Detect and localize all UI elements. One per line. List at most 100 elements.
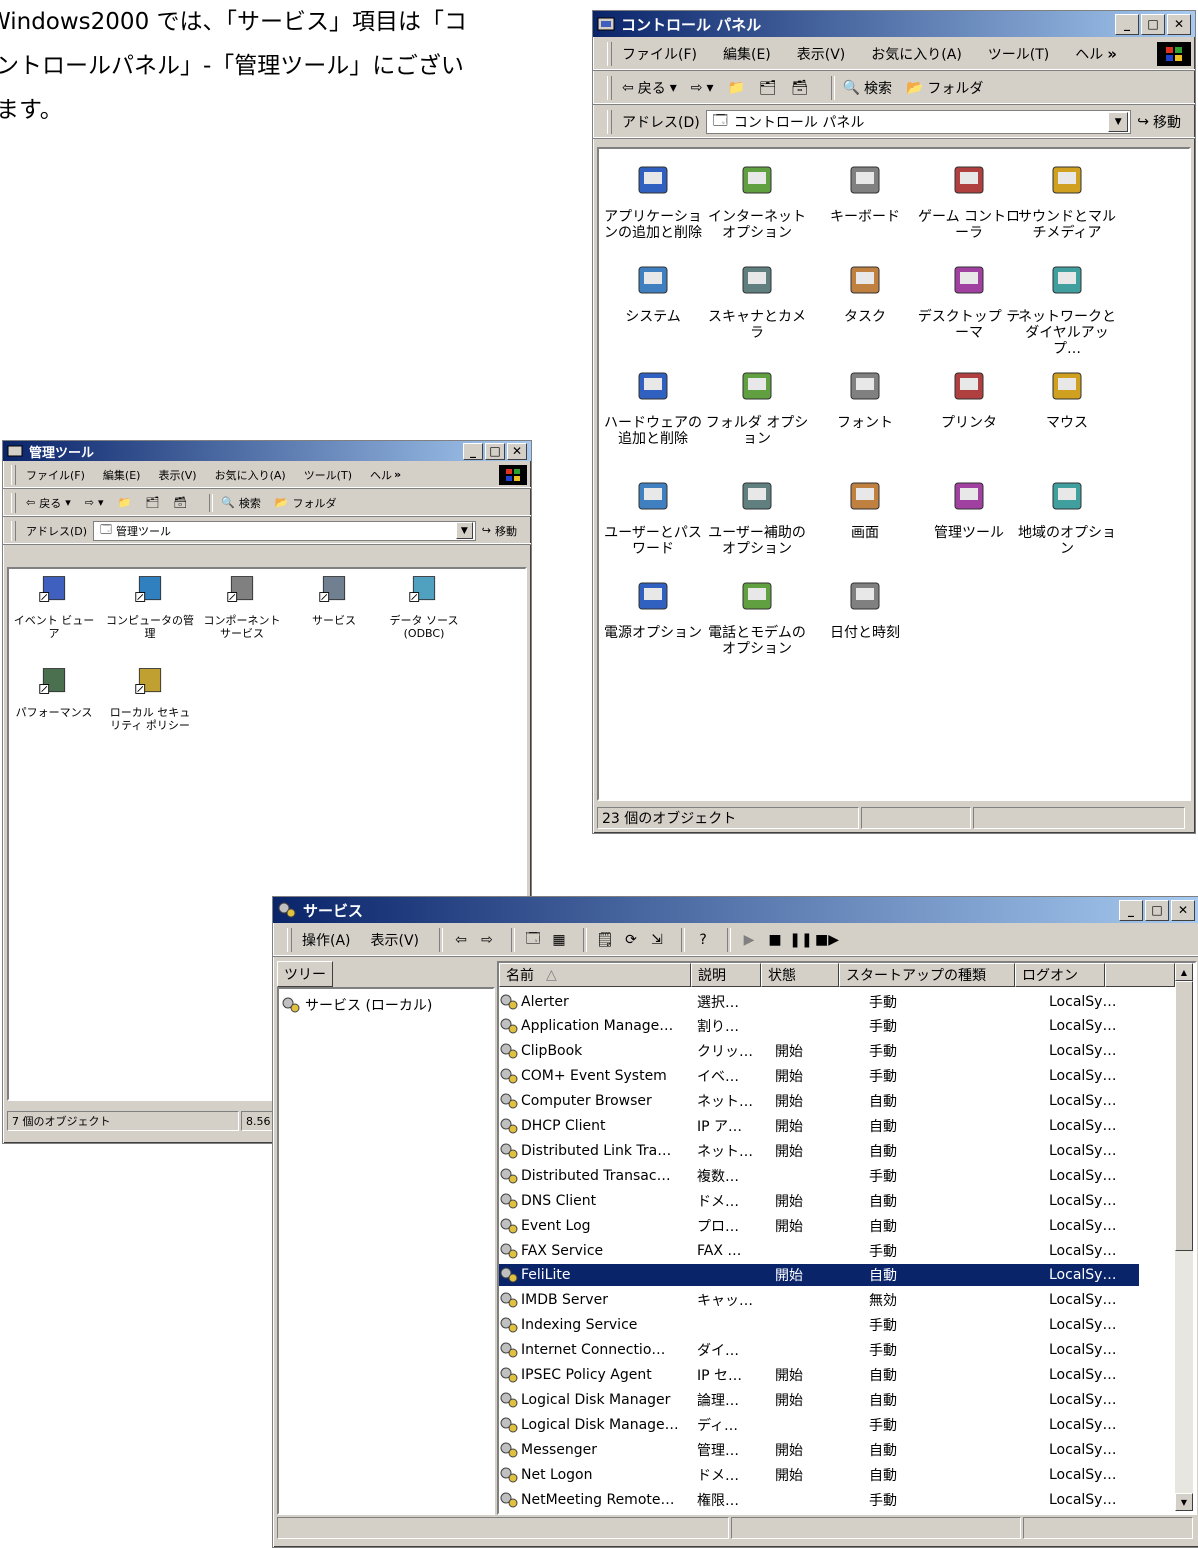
control-panel-item[interactable]: 画面 xyxy=(813,479,917,541)
go-button[interactable]: ↪ 移動 xyxy=(482,523,517,539)
control-panel-item[interactable]: スキャナとカメラ xyxy=(705,263,809,341)
menu-favorites[interactable]: お気に入り(A) xyxy=(215,467,286,483)
header-logon[interactable]: ログオン xyxy=(1015,963,1105,987)
tree-item-services-local[interactable]: サービス (ローカル) xyxy=(281,995,432,1015)
show-tree-icon[interactable]: ▦ xyxy=(549,930,569,950)
control-panel-item[interactable]: ハードウェアの追加と削除 xyxy=(601,369,705,447)
control-panel-item[interactable]: サウンドとマルチメディア xyxy=(1015,163,1119,241)
back-arrow-icon[interactable]: ⇦ xyxy=(451,930,471,950)
menu-tools[interactable]: ツール(T) xyxy=(988,44,1049,64)
table-row[interactable]: FeliLite 開始 自動 LocalSy… xyxy=(499,1263,1139,1288)
up-level-icon[interactable]: 🗔 xyxy=(523,930,543,950)
admin-tools-item[interactable]: パフォーマンス xyxy=(9,665,99,719)
control-panel-item[interactable]: キーボード xyxy=(813,163,917,225)
admin-tools-item[interactable]: コンピュータの管理 xyxy=(105,573,195,640)
tree-tab[interactable]: ツリー xyxy=(277,961,495,987)
table-row[interactable]: Logical Disk Manager 論理… 開始 自動 LocalSy… xyxy=(499,1387,1139,1412)
forward-button[interactable]: ⇨ ▾ xyxy=(691,80,714,96)
control-panel-item[interactable]: タスク xyxy=(813,263,917,325)
table-row[interactable]: IPSEC Policy Agent IP セ… 開始 自動 LocalSy… xyxy=(499,1363,1139,1388)
control-panel-item[interactable]: アプリケーションの追加と削除 xyxy=(601,163,705,241)
chevron-icon[interactable]: » xyxy=(394,468,401,481)
up-folder-button[interactable]: 📁 xyxy=(728,80,745,96)
control-panel-item[interactable]: ネットワークとダイヤルアップ… xyxy=(1015,263,1119,357)
maximize-button[interactable]: □ xyxy=(485,442,505,460)
table-row[interactable]: DNS Client ドメ… 開始 自動 LocalSy… xyxy=(499,1188,1139,1213)
close-button[interactable]: ✕ xyxy=(507,442,527,460)
menu-help[interactable]: ヘル xyxy=(1075,44,1103,64)
pause-service-icon[interactable]: ❚❚ xyxy=(789,930,812,950)
admin-tools-item[interactable]: データ ソース (ODBC) xyxy=(379,573,469,640)
control-panel-item[interactable]: 地域のオプション xyxy=(1015,479,1119,557)
table-row[interactable]: ClipBook クリッ… 開始 手動 LocalSy… xyxy=(499,1039,1139,1064)
table-row[interactable]: Computer Browser ネット… 開始 自動 LocalSy… xyxy=(499,1089,1139,1114)
address-input[interactable]: 🗔 管理ツール ▼ xyxy=(93,520,476,541)
table-row[interactable]: Net Logon ドメ… 開始 自動 LocalSy… xyxy=(499,1462,1139,1487)
table-row[interactable]: FAX Service FAX … 手動 LocalSy… xyxy=(499,1238,1139,1263)
copy-to-button[interactable]: 🗃 xyxy=(791,80,809,96)
table-row[interactable]: Event Log プロ… 開始 自動 LocalSy… xyxy=(499,1213,1139,1238)
refresh-icon[interactable]: ⟳ xyxy=(621,930,641,950)
address-input[interactable]: 🗔 コントロール パネル ▼ xyxy=(705,109,1132,134)
control-panel-item[interactable]: フォント xyxy=(813,369,917,431)
control-panel-item[interactable]: 管理ツール xyxy=(917,479,1021,541)
control-panel-item[interactable]: フォルダ オプション xyxy=(705,369,809,447)
maximize-button[interactable]: □ xyxy=(1141,13,1165,35)
menu-action[interactable]: 操作(A) xyxy=(302,930,351,950)
header-name[interactable]: 名前 △ xyxy=(499,963,691,987)
control-panel-item[interactable]: ゲーム コントローラ xyxy=(917,163,1021,241)
control-panel-item[interactable]: インターネット オプション xyxy=(705,163,809,241)
admin-tools-item[interactable]: サービス xyxy=(289,573,379,627)
folders-button[interactable]: 📂 フォルダ xyxy=(275,495,337,511)
stop-service-icon[interactable]: ■ xyxy=(765,930,785,950)
scroll-down-icon[interactable]: ▼ xyxy=(1175,1493,1193,1511)
table-row[interactable]: Alerter 選択… 手動 LocalSy… xyxy=(499,989,1139,1014)
search-button[interactable]: 🔍 検索 xyxy=(221,495,261,511)
menu-view[interactable]: 表示(V) xyxy=(797,44,846,64)
properties-icon[interactable]: 🗒 xyxy=(595,930,615,950)
table-row[interactable]: DHCP Client IP ア… 開始 自動 LocalSy… xyxy=(499,1114,1139,1139)
table-row[interactable]: NetMeeting Remote… 権限… 手動 LocalSy… xyxy=(499,1487,1139,1512)
admin-tools-item[interactable]: コンポーネント サービス xyxy=(197,573,287,640)
scroll-thumb[interactable] xyxy=(1175,981,1193,1251)
control-panel-item[interactable]: ユーザー補助のオプション xyxy=(705,479,809,557)
table-row[interactable]: Application Manage… 割り… 手動 LocalSy… xyxy=(499,1014,1139,1039)
control-panel-item[interactable]: デスクトップ テーマ xyxy=(917,263,1021,341)
go-button[interactable]: ↪ 移動 xyxy=(1137,112,1181,132)
minimize-button[interactable]: _ xyxy=(1115,13,1139,35)
table-row[interactable]: Distributed Link Tra… ネット… 開始 自動 LocalSy… xyxy=(499,1138,1139,1163)
table-row[interactable]: COM+ Event System イベ… 開始 手動 LocalSy… xyxy=(499,1064,1139,1089)
address-dropdown-icon[interactable]: ▼ xyxy=(455,522,473,539)
close-button[interactable]: ✕ xyxy=(1171,899,1195,921)
menu-view[interactable]: 表示(V) xyxy=(371,930,420,950)
menu-edit[interactable]: 編集(E) xyxy=(103,467,141,483)
move-to-button[interactable]: 🗂 xyxy=(145,496,159,509)
control-panel-item[interactable]: 電源オプション xyxy=(601,579,705,641)
menu-help[interactable]: ヘル xyxy=(370,467,392,483)
menu-view[interactable]: 表示(V) xyxy=(158,467,196,483)
control-panel-item[interactable]: マウス xyxy=(1015,369,1119,431)
forward-button[interactable]: ⇨ ▾ xyxy=(85,496,104,509)
start-service-icon[interactable]: ▶ xyxy=(739,930,759,950)
admin-tools-item[interactable]: ローカル セキュリティ ポリシー xyxy=(105,665,195,732)
table-row[interactable]: Internet Connectio… ダイ… 手動 LocalSy… xyxy=(499,1338,1139,1363)
folders-button[interactable]: 📂 フォルダ xyxy=(906,78,983,98)
move-to-button[interactable]: 🗂 xyxy=(759,80,777,96)
menu-file[interactable]: ファイル(F) xyxy=(622,44,697,64)
control-panel-titlebar[interactable]: コントロール パネル _ □ ✕ xyxy=(593,11,1195,37)
services-titlebar[interactable]: サービス _ □ ✕ xyxy=(273,897,1198,923)
admin-tools-titlebar[interactable]: 管理ツール _ □ ✕ xyxy=(3,441,531,461)
maximize-button[interactable]: □ xyxy=(1145,899,1169,921)
back-button[interactable]: ⇦ 戻る ▾ xyxy=(622,78,677,98)
table-row[interactable]: Messenger 管理… 開始 自動 LocalSy… xyxy=(499,1437,1139,1462)
table-row[interactable]: Indexing Service 手動 LocalSy… xyxy=(499,1313,1139,1338)
minimize-button[interactable]: _ xyxy=(463,442,483,460)
admin-tools-item[interactable]: イベント ビューア xyxy=(9,573,99,640)
up-folder-button[interactable]: 📁 xyxy=(118,496,132,509)
copy-to-button[interactable]: 🗃 xyxy=(173,496,187,509)
header-status[interactable]: 状態 xyxy=(761,963,839,987)
table-row[interactable]: Distributed Transac… 複数… 手動 LocalSy… xyxy=(499,1163,1139,1188)
vertical-scrollbar[interactable]: ▲ ▼ xyxy=(1175,963,1193,1511)
scroll-up-icon[interactable]: ▲ xyxy=(1175,963,1193,981)
control-panel-item[interactable]: システム xyxy=(601,263,705,325)
